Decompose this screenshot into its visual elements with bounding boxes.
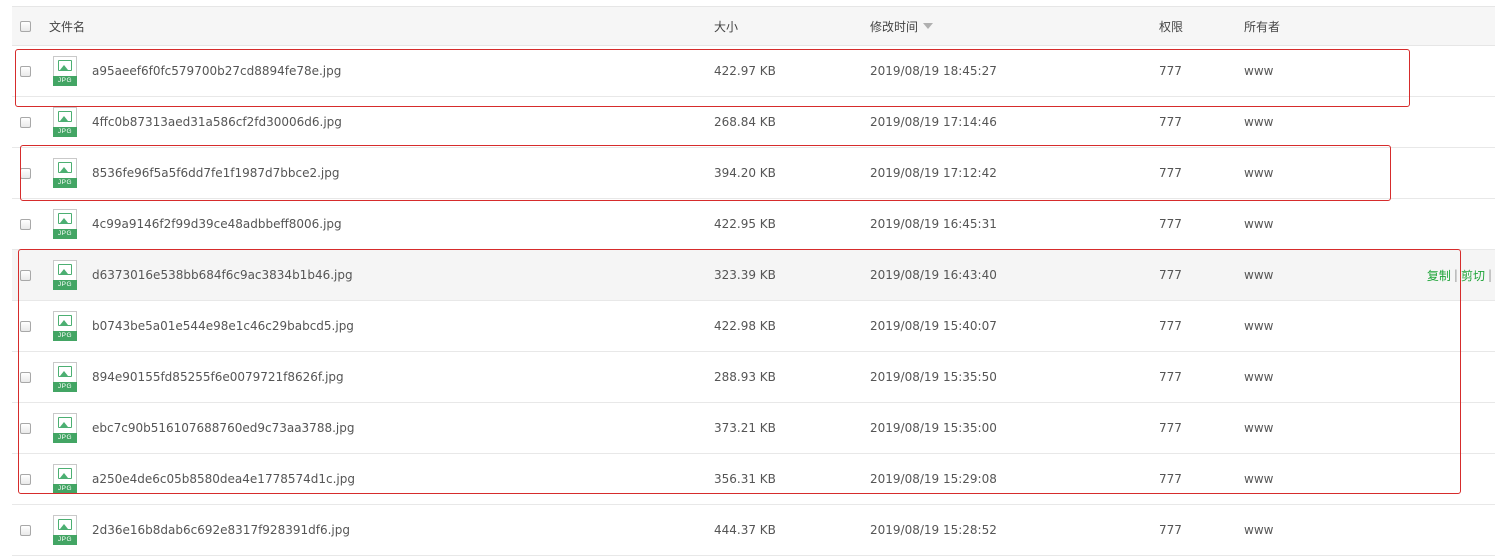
column-header-size[interactable]: 大小 xyxy=(714,7,738,45)
file-type-label: JPG xyxy=(53,534,77,545)
file-type-label: JPG xyxy=(53,228,77,239)
file-name-cell[interactable]: JPG 4c99a9146f2f99d39ce48adbbeff8006.jpg xyxy=(48,199,342,249)
action-separator: | xyxy=(1487,268,1492,282)
file-name[interactable]: 4c99a9146f2f99d39ce48adbbeff8006.jpg xyxy=(92,217,342,231)
file-owner[interactable]: www xyxy=(1244,505,1273,555)
column-header-name[interactable]: 文件名 xyxy=(49,7,85,45)
file-type-label: JPG xyxy=(53,126,77,137)
jpg-file-icon: JPG xyxy=(53,106,78,138)
row-checkbox-cell xyxy=(20,199,31,249)
file-modified-time: 2019/08/19 16:45:31 xyxy=(870,217,997,231)
sort-desc-icon[interactable] xyxy=(923,23,934,29)
file-name-cell[interactable]: JPG 2d36e16b8dab6c692e8317f928391df6.jpg xyxy=(48,505,350,555)
image-icon xyxy=(58,212,72,224)
highlight-box xyxy=(20,145,1391,201)
row-checkbox-cell xyxy=(20,505,31,555)
image-icon xyxy=(58,518,72,530)
column-header-permission[interactable]: 权限 xyxy=(1159,7,1183,45)
file-owner[interactable]: www xyxy=(1244,199,1273,249)
highlight-box xyxy=(18,249,1461,494)
row-checkbox[interactable] xyxy=(20,218,31,230)
cut-link[interactable]: 剪切 xyxy=(1461,267,1485,284)
file-modified-time: 2019/08/19 15:28:52 xyxy=(870,523,997,537)
row-checkbox[interactable] xyxy=(20,524,31,536)
file-name[interactable]: 2d36e16b8dab6c692e8317f928391df6.jpg xyxy=(92,523,350,537)
column-header-owner[interactable]: 所有者 xyxy=(1244,7,1280,45)
jpg-file-icon: JPG xyxy=(53,208,78,240)
table-row[interactable]: JPG 4c99a9146f2f99d39ce48adbbeff8006.jpg… xyxy=(12,199,1495,250)
select-all-checkbox[interactable] xyxy=(20,20,31,32)
jpg-file-icon: JPG xyxy=(53,514,78,546)
row-checkbox[interactable] xyxy=(20,116,31,128)
highlight-box xyxy=(15,49,1410,107)
image-icon xyxy=(58,110,72,122)
file-size: 444.37 KB xyxy=(714,523,776,537)
file-permission[interactable]: 777 xyxy=(1159,199,1182,249)
file-size: 422.95 KB xyxy=(714,217,776,231)
column-header-time[interactable]: 修改时间 xyxy=(870,7,934,45)
table-header: 文件名 大小 修改时间 权限 所有者 xyxy=(12,6,1495,46)
select-all-cell xyxy=(20,7,31,45)
file-permission[interactable]: 777 xyxy=(1159,505,1182,555)
table-row[interactable]: JPG 2d36e16b8dab6c692e8317f928391df6.jpg… xyxy=(12,505,1495,556)
file-name[interactable]: 4ffc0b87313aed31a586cf2fd30006d6.jpg xyxy=(92,115,342,129)
